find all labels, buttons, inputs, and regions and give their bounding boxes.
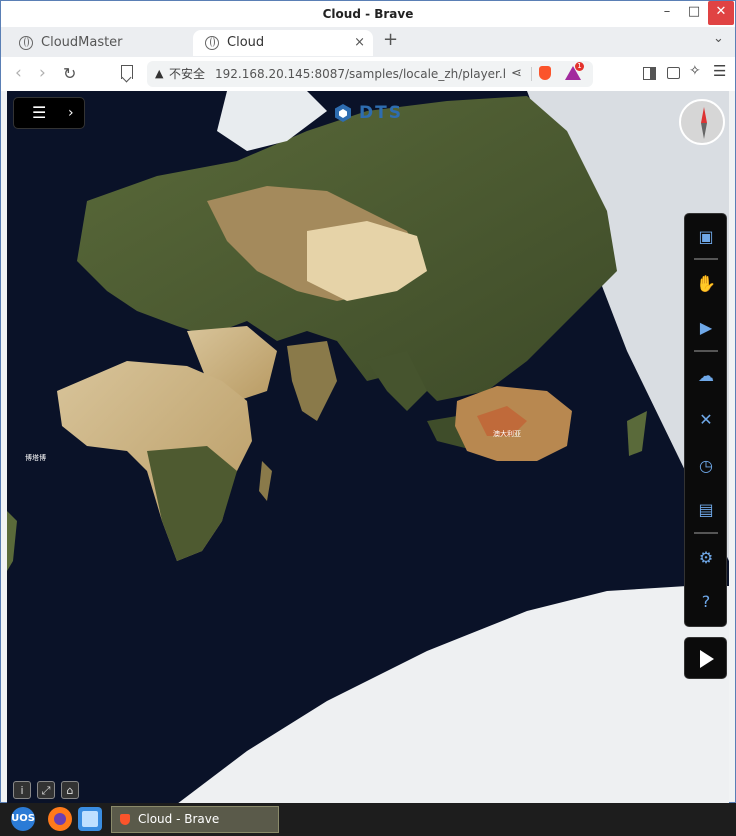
new-tab-button[interactable]: + [383,29,398,50]
weather-icon[interactable]: ☁ [696,366,716,386]
warning-icon[interactable]: ▲ [155,61,163,87]
url-text[interactable]: 192.168.20.145:8087/samples/locale_zh/pl… [215,61,505,87]
camera-icon[interactable]: ▣ [696,227,716,247]
tab-label: Cloud [227,35,265,50]
divider [694,258,718,260]
timer-icon[interactable]: ◷ [696,456,716,476]
file-manager-icon[interactable] [78,807,102,831]
divider [694,532,718,534]
title-bar: Cloud - Brave – □ ✕ [1,1,735,27]
layers-icon[interactable]: ▤ [696,500,716,520]
bookmark-icon[interactable] [121,65,133,79]
taskbar: UOS Cloud - Brave [0,803,736,836]
globe-map[interactable] [7,91,729,804]
brave-shield-icon[interactable] [539,66,551,80]
taskbar-item-brave[interactable]: Cloud - Brave [111,806,279,833]
brave-icon [120,814,130,825]
tab-label: CloudMaster [41,35,123,50]
fullscreen-icon[interactable]: ⤢ [37,781,55,799]
globe-icon [19,36,33,50]
wallet-icon[interactable] [667,67,680,79]
divider [531,67,532,81]
firefox-icon[interactable] [48,807,72,831]
settings-icon[interactable]: ⚙ [696,548,716,568]
info-icon[interactable]: i [13,781,31,799]
browser-window: Cloud - Brave – □ ✕ CloudMaster Cloud × … [0,0,736,804]
map-label: 博塔博 [25,454,46,462]
chevron-right-icon[interactable]: › [68,97,74,129]
reload-button[interactable]: ↻ [63,64,76,83]
close-window-button[interactable]: ✕ [708,1,734,25]
sidebar-icon[interactable] [643,67,656,80]
compass-south-needle [701,123,707,139]
minimize-button[interactable]: – [655,1,679,25]
home-icon[interactable]: ⌂ [61,781,79,799]
tool-panel: ▣ ✋ ▶ ☁ ✕ ◷ ▤ ⚙ ? [684,213,727,627]
menu-icon[interactable]: ☰ [713,62,726,80]
taskbar-item-label: Cloud - Brave [138,812,220,826]
tab-strip: CloudMaster Cloud × + ⌄ [1,27,735,57]
help-icon[interactable]: ? [696,592,716,612]
dts-logo: DTS [333,101,403,125]
navigation-toolbar: ‹ › ↻ ▲ 不安全 192.168.20.145:8087/samples/… [1,57,735,91]
maximize-button[interactable]: □ [682,1,706,25]
window-title: Cloud - Brave [322,7,414,21]
address-bar[interactable]: ▲ 不安全 192.168.20.145:8087/samples/locale… [147,61,593,87]
hamburger-icon[interactable]: ☰ [32,97,46,129]
main-menu-button[interactable]: ☰ › [13,97,85,129]
play-icon[interactable] [700,650,714,668]
map-viewport[interactable]: 博塔博 澳大利亚 DTS ☰ › ▣ ✋ ▶ ☁ ✕ ◷ ▤ ⚙ ? i ⤢ ⌂ [7,91,729,804]
play-button[interactable] [684,637,727,679]
video-icon[interactable]: ▶ [696,318,716,338]
security-label[interactable]: 不安全 [169,61,205,87]
divider [694,350,718,352]
forward-button[interactable]: › [39,63,46,83]
leo-ai-icon[interactable]: ✧ [689,63,701,79]
map-label: 澳大利亚 [493,430,521,438]
compass-north-needle [701,107,707,123]
measure-icon[interactable]: ✕ [696,410,716,430]
chevron-down-icon[interactable]: ⌄ [713,31,724,46]
logo-hex-icon [335,104,351,122]
start-menu-icon[interactable]: UOS [11,807,35,831]
share-icon[interactable]: ⋖ [511,61,522,87]
tab-cloud[interactable]: Cloud × [193,30,373,56]
back-button[interactable]: ‹ [15,63,22,83]
rewards-badge: 1 [575,62,584,71]
logo-text: DTS [359,103,403,123]
compass[interactable] [679,99,725,145]
tab-cloudmaster[interactable]: CloudMaster [7,30,187,56]
close-tab-icon[interactable]: × [354,30,365,56]
globe-icon [205,36,219,50]
hand-icon[interactable]: ✋ [696,274,716,294]
